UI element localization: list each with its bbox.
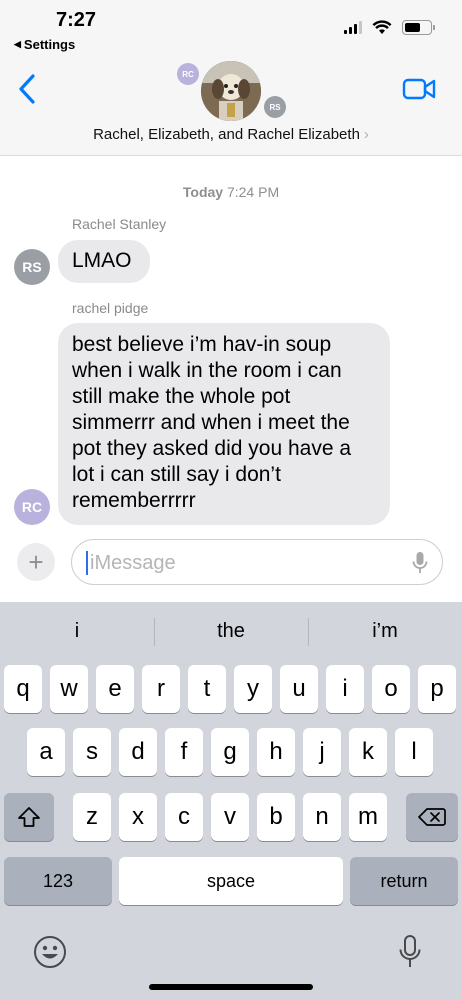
shift-key[interactable] bbox=[4, 793, 54, 841]
key[interactable]: u bbox=[280, 665, 318, 713]
sender-name: rachel pidge bbox=[72, 300, 149, 316]
participant-avatar-rs[interactable]: RS bbox=[264, 96, 286, 118]
status-time: 7:27 bbox=[56, 9, 97, 31]
space-key[interactable]: space bbox=[119, 857, 343, 905]
key[interactable]: e bbox=[96, 665, 134, 713]
participant-avatar-rc[interactable]: RC bbox=[177, 63, 199, 85]
key[interactable]: x bbox=[119, 793, 157, 841]
group-photo-avatar[interactable] bbox=[201, 61, 261, 121]
suggestion-item[interactable]: i’m bbox=[308, 602, 462, 660]
emoji-icon[interactable] bbox=[33, 935, 67, 969]
back-triangle-icon: ◀ bbox=[14, 39, 21, 49]
sender-name: Rachel Stanley bbox=[72, 216, 167, 232]
key[interactable]: q bbox=[4, 665, 42, 713]
text-cursor bbox=[86, 551, 88, 575]
key[interactable]: y bbox=[234, 665, 272, 713]
shift-icon bbox=[18, 807, 40, 827]
key[interactable]: m bbox=[349, 793, 387, 841]
apps-plus-button[interactable]: + bbox=[17, 543, 55, 581]
dictation-mic-icon[interactable] bbox=[412, 551, 428, 575]
key[interactable]: z bbox=[73, 793, 111, 841]
back-to-settings-link[interactable]: ◀ Settings bbox=[14, 37, 75, 52]
back-chevron-icon[interactable] bbox=[16, 72, 40, 106]
message-input[interactable]: iMessage bbox=[71, 539, 443, 585]
key[interactable]: f bbox=[165, 728, 203, 776]
key[interactable]: c bbox=[165, 793, 203, 841]
conversation-title-text: Rachel, Elizabeth, and Rachel Elizabeth bbox=[93, 126, 360, 143]
timestamp-time: 7:24 PM bbox=[226, 184, 280, 200]
message-bubble[interactable]: LMAO bbox=[58, 240, 150, 283]
sender-avatar[interactable]: RC bbox=[14, 489, 50, 525]
key[interactable]: n bbox=[303, 793, 341, 841]
video-call-icon[interactable] bbox=[402, 76, 436, 102]
key[interactable]: l bbox=[395, 728, 433, 776]
home-indicator bbox=[149, 984, 313, 990]
dictation-icon[interactable] bbox=[398, 934, 422, 970]
key[interactable]: i bbox=[326, 665, 364, 713]
key[interactable]: a bbox=[27, 728, 65, 776]
delete-key[interactable] bbox=[406, 793, 458, 841]
key[interactable]: k bbox=[349, 728, 387, 776]
key[interactable]: o bbox=[372, 665, 410, 713]
sender-avatar[interactable]: RS bbox=[14, 249, 50, 285]
key[interactable]: v bbox=[211, 793, 249, 841]
wifi-icon bbox=[372, 20, 392, 34]
key[interactable]: w bbox=[50, 665, 88, 713]
key[interactable]: r bbox=[142, 665, 180, 713]
cellular-signal-icon bbox=[344, 21, 362, 34]
return-key[interactable]: return bbox=[350, 857, 458, 905]
battery-icon bbox=[402, 20, 435, 35]
message-bubble[interactable]: best believe i’m hav-in soup when i walk… bbox=[58, 323, 390, 525]
backspace-icon bbox=[418, 808, 446, 826]
key[interactable]: p bbox=[418, 665, 456, 713]
key[interactable]: b bbox=[257, 793, 295, 841]
chevron-right-icon: › bbox=[363, 126, 369, 143]
message-input-placeholder: iMessage bbox=[90, 552, 176, 574]
conversation-header: 7:27 ◀ Settings RC RS Rachel, Elizabeth,… bbox=[0, 0, 462, 156]
key[interactable]: d bbox=[119, 728, 157, 776]
key[interactable]: t bbox=[188, 665, 226, 713]
key[interactable]: h bbox=[257, 728, 295, 776]
status-icons bbox=[344, 20, 435, 35]
timestamp-day: Today bbox=[182, 184, 224, 200]
suggestion-item[interactable]: i bbox=[0, 602, 154, 660]
conversation-title[interactable]: Rachel, Elizabeth, and Rachel Elizabeth › bbox=[0, 126, 462, 143]
key[interactable]: j bbox=[303, 728, 341, 776]
keyboard: i the i’m q w e r t y u i o p a s d f g … bbox=[0, 602, 462, 1000]
back-app-label: Settings bbox=[23, 37, 76, 52]
suggestion-item[interactable]: the bbox=[154, 602, 308, 660]
numbers-key[interactable]: 123 bbox=[4, 857, 112, 905]
key[interactable]: g bbox=[211, 728, 249, 776]
key[interactable]: s bbox=[73, 728, 111, 776]
message-timestamp: Today 7:24 PM bbox=[0, 184, 462, 200]
